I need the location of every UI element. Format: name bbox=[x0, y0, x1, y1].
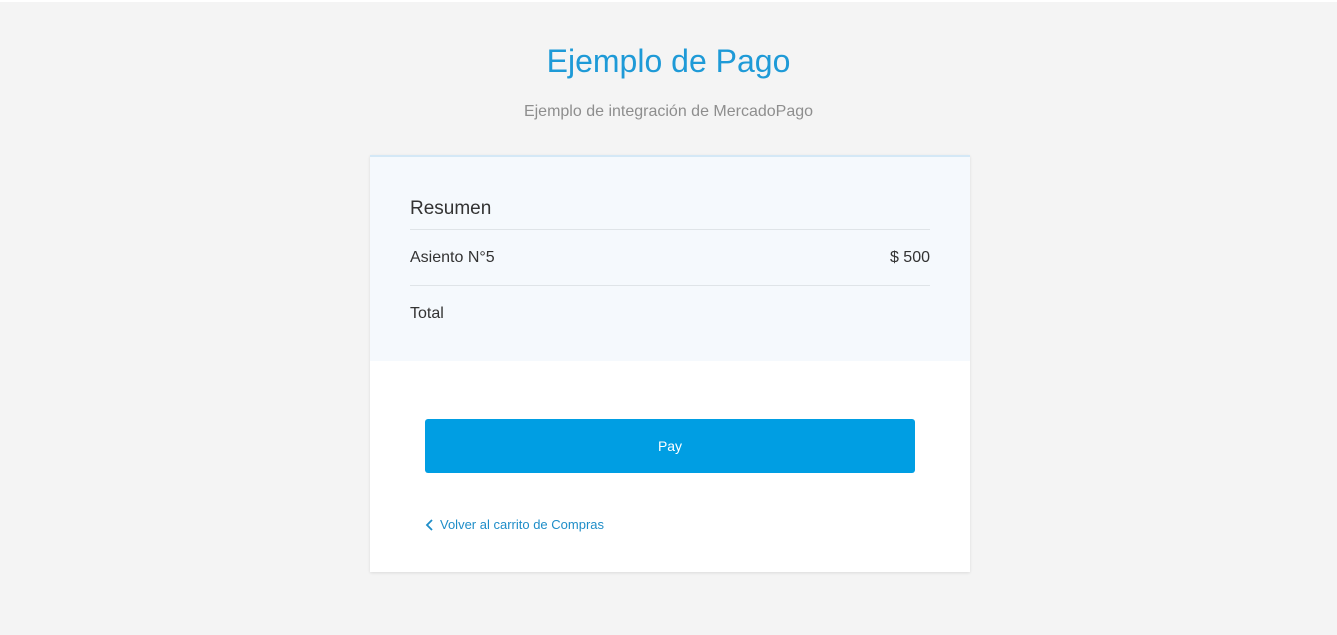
summary-total-row: Total bbox=[410, 286, 930, 341]
checkout-page: Ejemplo de Pago Ejemplo de integración d… bbox=[0, 0, 1337, 635]
item-label: Asiento N°5 bbox=[410, 248, 495, 266]
checkout-actions: Pay Volver al carrito de Compras bbox=[370, 361, 970, 536]
item-price: $ 500 bbox=[889, 248, 930, 266]
back-link-label: Volver al carrito de Compras bbox=[440, 517, 605, 532]
pay-button[interactable]: Pay bbox=[425, 419, 915, 473]
back-to-cart-link[interactable]: Volver al carrito de Compras bbox=[425, 517, 604, 532]
checkout-card: Resumen Asiento N°5 $ 500 Total Pay Volv… bbox=[370, 155, 970, 572]
page-subtitle: Ejemplo de integración de MercadoPago bbox=[523, 103, 814, 120]
order-summary: Resumen Asiento N°5 $ 500 Total bbox=[370, 157, 970, 361]
summary-item-row: Asiento N°5 $ 500 bbox=[410, 230, 930, 286]
total-label: Total bbox=[410, 304, 444, 322]
page-header: Ejemplo de Pago Ejemplo de integración d… bbox=[0, 2, 1337, 122]
chevron-left-icon bbox=[425, 518, 435, 531]
summary-title: Resumen bbox=[410, 197, 930, 230]
page-title: Ejemplo de Pago bbox=[546, 43, 791, 79]
